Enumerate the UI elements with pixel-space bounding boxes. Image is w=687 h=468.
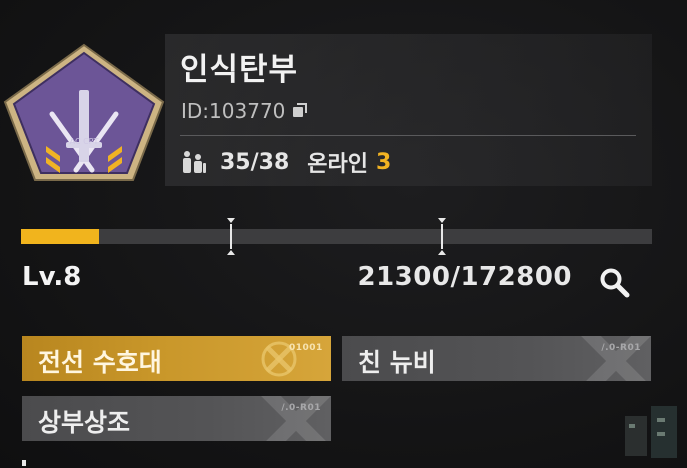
guild-tag-frontline-guard[interactable]: 전선 수호대 01001	[22, 336, 331, 381]
xp-milestone-marker	[438, 218, 446, 255]
copy-icon[interactable]	[293, 103, 309, 119]
online-count: 3	[376, 149, 392, 175]
tag-code: 01001	[289, 343, 323, 353]
emblem-text: AC CPT	[70, 137, 99, 146]
scroll-indicator	[22, 460, 26, 466]
online-label: 온라인	[307, 152, 368, 177]
guild-emblem: AC CPT	[3, 43, 165, 181]
tag-code: /.0-R01	[281, 403, 321, 413]
members-row: 35/38 온라인 3	[181, 146, 391, 178]
guild-level: Lv.8	[22, 262, 82, 292]
guild-tag-mutual-help[interactable]: 상부상조 /.0-R01	[22, 396, 331, 441]
members-count: 35/38	[220, 149, 290, 175]
xp-progress-fill	[21, 229, 99, 244]
xp-value: 21300/172800	[357, 262, 572, 292]
xp-milestone-marker	[227, 218, 235, 255]
tag-label: 친 뉴비	[358, 348, 436, 377]
members-icon	[183, 151, 206, 173]
header-divider	[180, 135, 636, 136]
guild-id-label: ID:	[181, 99, 210, 123]
xp-progress-bar	[21, 218, 652, 255]
search-icon[interactable]	[598, 266, 632, 300]
guild-tag-newbie-friendly[interactable]: 친 뉴비 /.0-R01	[342, 336, 651, 381]
corner-decoration	[625, 406, 677, 458]
tag-label: 전선 수호대	[38, 348, 162, 377]
guild-id-row: ID: 103770	[181, 99, 309, 123]
tag-code: /.0-R01	[601, 343, 641, 353]
guild-name: 인식탄부	[180, 52, 299, 88]
guild-id-value: 103770	[209, 99, 286, 123]
tag-label: 상부상조	[38, 408, 131, 437]
